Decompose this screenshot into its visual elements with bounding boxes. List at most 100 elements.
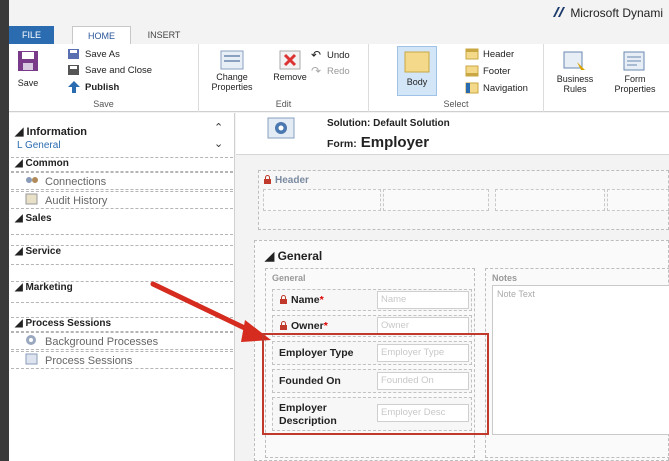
save-as-button[interactable]: Save As [67,47,120,63]
change-properties-icon [220,50,244,70]
save-label: Save [17,78,39,88]
owner-label-text: Owner [291,320,324,332]
form-header-section[interactable]: Header [258,170,669,230]
navigation-icon [465,82,479,94]
publish-button[interactable]: Publish [67,80,119,96]
nav-item-audit-history[interactable]: Audit History [11,191,233,209]
save-and-close-label: Save and Close [85,65,153,76]
nav-item-connections-row: Connections [25,174,106,188]
nav-section-sales-label: Sales [25,213,52,224]
tab-file[interactable]: FILE [9,26,54,44]
nav-item-background-processes-label: Background Processes [45,336,159,348]
solution-value: Default Solution [373,118,450,129]
nav-general-label: General [24,140,61,151]
footer-button[interactable]: Footer [465,64,510,80]
save-as-label: Save As [85,49,120,60]
chevron-up-icon[interactable]: ⌃ [214,121,223,134]
nav-section-process-sessions-label: Process Sessions [25,318,112,329]
form-label: Form: [327,138,357,150]
nav-item-connections-label: Connections [45,176,107,188]
annotation-arrow-icon [150,281,271,342]
ribbon-group-save-label: Save [93,99,114,109]
footer-label: Footer [483,66,511,77]
form-title-area: Solution: Default Solution Form: Employer [236,113,669,155]
body-button[interactable]: Body [397,46,437,96]
nav-section-common[interactable]: ◢ Common [11,157,233,172]
undo-label: Undo [327,50,350,61]
navigation-button[interactable]: Navigation [465,81,528,97]
header-button[interactable]: Header [465,47,514,63]
form-properties-icon [623,51,645,71]
solution-label: Solution: [327,118,371,129]
redo-button[interactable]: ↷ Redo [311,64,350,80]
process-sessions-icon [25,353,38,365]
title-bar: Microsoft Dynami [9,0,669,26]
general-tab-title: ◢ General [265,249,323,263]
required-marker: * [323,320,328,332]
remove-button[interactable]: Remove [267,50,313,82]
nav-item-process-sessions[interactable]: Process Sessions [11,351,233,369]
change-properties-label: Change Properties [211,72,253,92]
nav-section-service[interactable]: ◢ Service [11,245,233,265]
undo-icon: ↶ [311,48,322,63]
chevron-down-icon[interactable]: ⌄ [214,137,223,150]
header-icon [465,48,479,60]
header-cell-3[interactable] [495,189,605,211]
nav-item-background-processes-row: Background Processes [25,334,158,348]
form-properties-button[interactable]: Form Properties [605,50,665,94]
nav-item-audit-history-label: Audit History [45,195,108,207]
header-cell-1[interactable] [263,189,381,211]
brand-text: Microsoft Dynami [570,6,663,20]
notes-placeholder: Note Text [497,289,535,299]
header-cell-2[interactable] [383,189,489,211]
audit-history-icon [25,193,38,205]
ribbon-group-select: Body Header Footer Navigation Select [369,44,544,112]
name-field-label: Name* [279,294,324,306]
business-rules-button[interactable]: Business Rules [553,50,597,94]
nav-section-sales[interactable]: ◢ Sales [11,213,233,235]
nav-section-common-label: Common [25,158,69,169]
nav-section-marketing-label: Marketing [25,282,73,293]
form-header-label-text: Header [275,175,309,186]
lock-icon [264,175,271,184]
nav-item-process-sessions-row: Process Sessions [25,353,132,367]
publish-icon [68,81,80,94]
ribbon-tabs: FILE HOME INSERT [9,26,669,44]
redo-icon: ↷ [311,64,322,79]
redo-label: Redo [327,66,350,77]
nav-information[interactable]: ◢ Information [15,125,87,138]
form-gear-icon [267,117,295,139]
ribbon-group-select-label: Select [443,99,469,109]
tab-insert[interactable]: INSERT [137,26,191,44]
notes-input[interactable]: Note Text [492,285,669,435]
app-window: Microsoft Dynami FILE HOME INSERT Save S… [9,0,669,461]
remove-icon [279,50,301,70]
notes-section[interactable]: Notes Note Text [485,268,669,458]
solution-name: Solution: Default Solution [327,118,450,129]
save-and-close-button[interactable]: Save and Close [67,63,152,79]
header-cell-4[interactable] [607,189,669,211]
form-name-value: Employer [360,134,430,151]
background-processes-icon [26,335,36,345]
dynamics-logo-icon [553,7,566,17]
business-rules-icon [563,51,585,70]
owner-field-label: Owner* [279,320,328,332]
highlight-box [262,333,489,435]
ribbon-group-save: Save Save As Save and Close Publish Save [9,44,199,112]
nav-general[interactable]: L General [17,140,61,151]
name-input[interactable]: Name [377,291,469,309]
change-properties-button[interactable]: Change Properties [207,50,257,92]
tab-home[interactable]: HOME [72,26,131,44]
connections-icon [26,177,38,183]
nav-information-label: Information [26,126,88,138]
save-button[interactable]: Save [13,50,43,88]
form-title: Form: Employer [327,134,429,151]
lock-icon [280,295,287,304]
lock-icon [280,321,287,330]
name-label-text: Name [291,294,320,306]
undo-button[interactable]: ↶ Undo [311,48,350,64]
nav-section-service-label: Service [25,246,62,257]
nav-item-connections[interactable]: Connections [11,172,233,190]
body-icon [404,51,430,73]
name-field[interactable]: Name* Name [272,289,472,311]
